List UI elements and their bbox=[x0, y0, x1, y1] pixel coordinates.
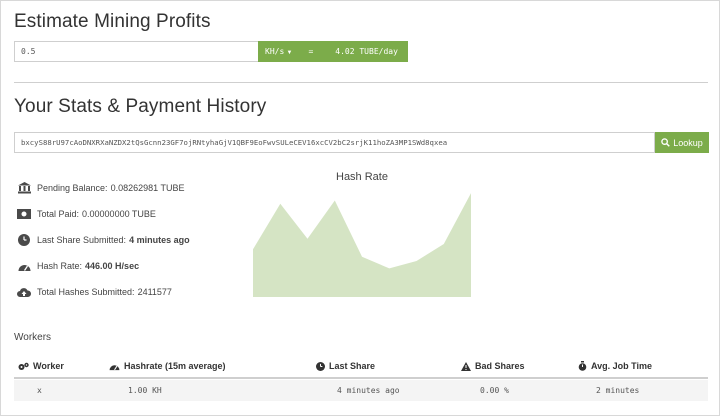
col-avg-job-time-label: Avg. Job Time bbox=[591, 361, 653, 371]
lookup-label: Lookup bbox=[673, 137, 703, 148]
hash-rate-area bbox=[253, 193, 471, 297]
estimate-result: 4.02 TUBE/day bbox=[335, 47, 398, 56]
cloud-upload-icon bbox=[17, 286, 31, 298]
workers-header-row: Worker Hashrate (15m average) Last Share… bbox=[14, 357, 708, 379]
address-input-value: bxcyS88rU97cAoDNXRXaNZDX2tQsGcnn23GF7ojR… bbox=[21, 138, 448, 147]
col-bad-shares[interactable]: Bad Shares bbox=[461, 361, 525, 371]
dashboard-icon bbox=[109, 364, 120, 370]
stat-pending-balance: Pending Balance: 0.08262981 TUBE bbox=[17, 175, 247, 201]
estimate-title: Estimate Mining Profits bbox=[14, 11, 211, 32]
col-last-share[interactable]: Last Share bbox=[316, 361, 375, 371]
stat-value: 4 minutes ago bbox=[129, 235, 190, 245]
stat-label: Hash Rate: bbox=[37, 261, 83, 271]
clock-icon bbox=[316, 361, 325, 371]
hashrate-input-value: 0.5 bbox=[21, 47, 36, 56]
table-row: x 1.00 KH 4 minutes ago 0.00 % 2 minutes bbox=[14, 380, 708, 401]
col-worker[interactable]: Worker bbox=[18, 361, 64, 371]
stats-title: Your Stats & Payment History bbox=[14, 96, 267, 117]
stats-list: Pending Balance: 0.08262981 TUBE Total P… bbox=[17, 175, 247, 305]
stat-value: 0.08262981 TUBE bbox=[110, 183, 185, 193]
stat-total-paid: Total Paid: 0.00000000 TUBE bbox=[17, 201, 247, 227]
col-avg-job-time[interactable]: Avg. Job Time bbox=[578, 361, 652, 371]
col-hashrate[interactable]: Hashrate (15m average) bbox=[109, 361, 226, 371]
divider bbox=[14, 82, 708, 83]
col-last-share-label: Last Share bbox=[329, 361, 376, 371]
cell-hashrate: 1.00 KH bbox=[128, 386, 162, 395]
clock-icon bbox=[17, 234, 31, 246]
gears-icon bbox=[18, 362, 29, 370]
stat-value: 2411577 bbox=[137, 287, 172, 297]
stat-value: 0.00000000 TUBE bbox=[82, 209, 156, 219]
address-input[interactable]: bxcyS88rU97cAoDNXRXaNZDX2tQsGcnn23GF7ojR… bbox=[14, 132, 655, 153]
bank-icon bbox=[17, 182, 31, 194]
stat-label: Pending Balance: bbox=[37, 183, 108, 193]
equals-sign: = bbox=[308, 47, 314, 56]
hashrate-input[interactable]: 0.5 bbox=[14, 41, 259, 62]
hash-rate-chart: Hash Rate bbox=[252, 171, 472, 301]
cell-worker: x bbox=[37, 386, 42, 395]
col-worker-label: Worker bbox=[33, 361, 64, 371]
cell-avg-job-time: 2 minutes bbox=[596, 386, 640, 395]
cell-last-share: 4 minutes ago bbox=[337, 386, 400, 395]
stat-label: Last Share Submitted: bbox=[37, 235, 127, 245]
stopwatch-icon bbox=[578, 361, 587, 371]
estimate-result-bar: KH/s ▼ = 4.02 TUBE/day bbox=[258, 41, 408, 62]
hash-rate-area-chart bbox=[252, 193, 472, 297]
stat-total-hashes: Total Hashes Submitted: 2411577 bbox=[17, 279, 247, 305]
col-bad-shares-label: Bad Shares bbox=[475, 361, 525, 371]
col-hashrate-label: Hashrate (15m average) bbox=[124, 361, 226, 371]
stat-label: Total Paid: bbox=[37, 209, 80, 219]
workers-title: Workers bbox=[14, 332, 52, 343]
dashboard-icon bbox=[17, 260, 31, 272]
stat-value: 446.00 H/sec bbox=[85, 261, 140, 271]
money-icon bbox=[17, 208, 31, 220]
search-icon bbox=[661, 138, 671, 147]
stat-last-share: Last Share Submitted: 4 minutes ago bbox=[17, 227, 247, 253]
unit-dropdown-label: KH/s bbox=[265, 47, 285, 56]
cell-bad-shares: 0.00 % bbox=[480, 386, 509, 395]
caret-down-icon: ▼ bbox=[286, 50, 293, 56]
unit-dropdown[interactable]: KH/s ▼ bbox=[265, 47, 292, 56]
stat-label: Total Hashes Submitted: bbox=[37, 287, 135, 297]
lookup-button[interactable]: Lookup bbox=[655, 132, 709, 153]
chart-title: Hash Rate bbox=[336, 171, 388, 183]
warning-icon bbox=[461, 361, 471, 371]
stat-hash-rate: Hash Rate: 446.00 H/sec bbox=[17, 253, 247, 279]
